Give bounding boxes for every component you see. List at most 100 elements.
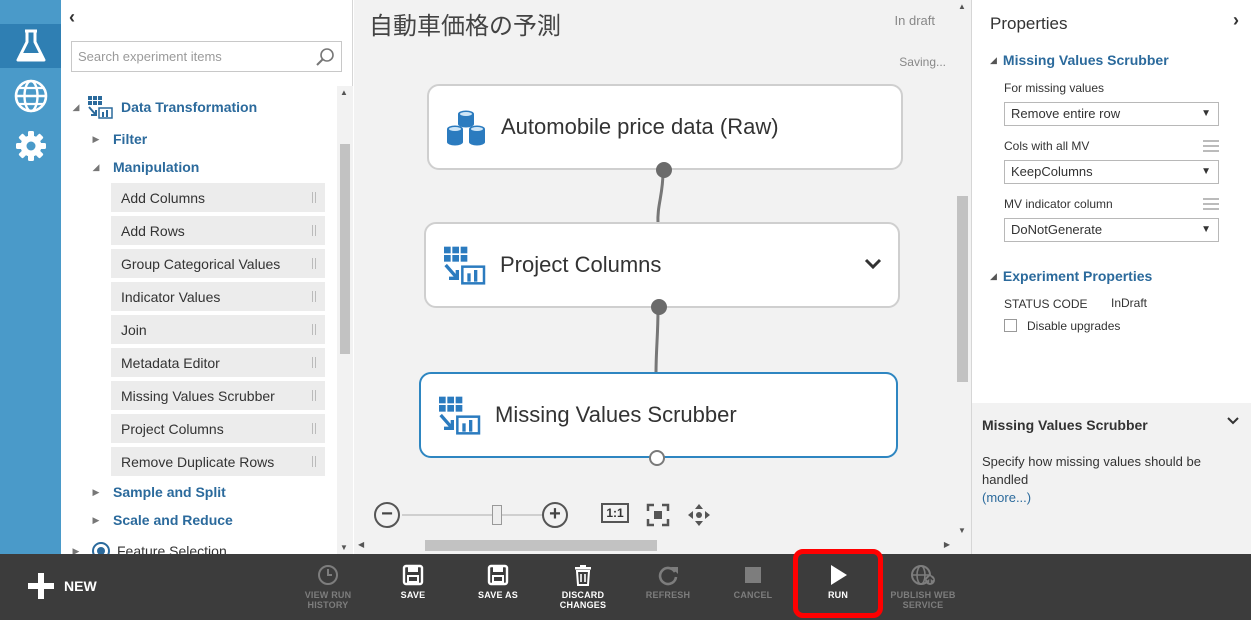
select-value: Remove entire row (1011, 106, 1121, 121)
zoom-in-button[interactable]: + (542, 502, 568, 528)
save-as-button[interactable]: SAVE AS (458, 564, 538, 614)
scroll-up-arrow-icon[interactable]: ▲ (958, 2, 966, 11)
select-value: KeepColumns (1011, 164, 1093, 179)
drag-handle-icon[interactable] (312, 192, 316, 203)
discard-changes-button[interactable]: DISCARD CHANGES (543, 564, 623, 614)
drag-handle-icon[interactable] (312, 258, 316, 269)
subcategory-manipulation[interactable]: ◢ Manipulation (89, 154, 200, 180)
mv-indicator-column-label: MV indicator column (1004, 197, 1113, 211)
view-run-history-button[interactable]: VIEW RUN HISTORY (288, 564, 368, 614)
palette-scrollbar[interactable]: ▲ ▼ (337, 86, 353, 554)
chevron-down-icon[interactable] (1227, 417, 1239, 426)
help-more-link[interactable]: (more...) (982, 490, 1031, 505)
drag-handle-icon[interactable] (312, 291, 316, 302)
drag-handle-icon[interactable] (312, 423, 316, 434)
collapsed-triangle-icon: ▶ (72, 545, 80, 555)
module-item-remove-duplicate-rows[interactable]: Remove Duplicate Rows (111, 447, 325, 476)
scroll-right-arrow-icon[interactable]: ▶ (944, 540, 950, 549)
cancel-button[interactable]: CANCEL (713, 564, 793, 614)
parameter-menu-icon[interactable] (1203, 140, 1219, 152)
experiment-properties-section[interactable]: ◢ Experiment Properties (990, 268, 1152, 284)
collapsed-triangle-icon: ▶ (92, 486, 100, 497)
save-button[interactable]: SAVE (373, 564, 453, 614)
node-project-columns[interactable]: Project Columns (424, 222, 900, 315)
new-button[interactable]: NEW (28, 570, 97, 602)
module-properties-section[interactable]: ◢ Missing Values Scrubber (990, 52, 1169, 68)
drag-handle-icon[interactable] (312, 390, 316, 401)
collapse-properties-button[interactable]: › (1233, 10, 1239, 31)
search-input[interactable] (72, 42, 307, 71)
disable-upgrades-checkbox[interactable] (1004, 319, 1017, 332)
actual-size-button[interactable]: 1:1 (601, 503, 629, 523)
disable-upgrades-label: Disable upgrades (1027, 319, 1121, 333)
globe-icon (14, 79, 47, 113)
section-label: Missing Values Scrubber (1002, 52, 1169, 68)
scroll-down-arrow-icon[interactable]: ▼ (958, 526, 966, 535)
connection-line[interactable] (654, 308, 660, 375)
drag-handle-icon[interactable] (312, 357, 316, 368)
module-item-add-columns[interactable]: Add Columns (111, 183, 325, 212)
subcategory-label: Sample and Split (113, 484, 226, 500)
node-automobile-price-data[interactable]: Automobile price data (Raw) (427, 84, 903, 178)
output-port[interactable] (649, 450, 665, 466)
drag-handle-icon[interactable] (312, 456, 316, 467)
drag-handle-icon[interactable] (312, 225, 316, 236)
drag-handle-icon[interactable] (312, 324, 316, 335)
scrollbar-thumb[interactable] (957, 196, 968, 382)
chevron-down-icon[interactable] (864, 258, 882, 270)
scroll-down-arrow-icon[interactable]: ▼ (340, 543, 348, 552)
experiments-nav-item[interactable] (0, 24, 61, 68)
refresh-button[interactable]: REFRESH (628, 564, 708, 614)
scroll-left-arrow-icon[interactable]: ◀ (358, 540, 364, 549)
fit-to-screen-icon[interactable] (646, 503, 670, 527)
output-port[interactable] (651, 299, 667, 315)
experiment-canvas[interactable]: 自動車価格の予測 In draft Saving... Automobile p… (354, 0, 971, 554)
connection-line[interactable] (656, 171, 665, 225)
button-label: SAVE (400, 590, 426, 600)
node-missing-values-scrubber[interactable]: Missing Values Scrubber (419, 372, 898, 466)
module-item-join[interactable]: Join (111, 315, 325, 344)
zoom-slider-thumb[interactable] (492, 505, 502, 525)
cols-with-all-mv-select[interactable]: KeepColumns ▼ (1004, 160, 1219, 184)
refresh-icon (658, 566, 678, 586)
section-label: Experiment Properties (1002, 268, 1153, 284)
parameter-menu-icon[interactable] (1203, 198, 1219, 210)
zoom-slider-track[interactable] (402, 514, 542, 516)
button-label-line1: DISCARD (561, 590, 605, 600)
module-item-missing-values-scrubber[interactable]: Missing Values Scrubber (111, 381, 325, 410)
button-label-line1: VIEW RUN (304, 590, 352, 600)
module-item-add-rows[interactable]: Add Rows (111, 216, 325, 245)
publish-web-service-button[interactable]: PUBLISH WEB SERVICE (883, 564, 963, 614)
for-missing-values-select[interactable]: Remove entire row ▼ (1004, 102, 1219, 126)
output-port[interactable] (656, 162, 672, 178)
module-label: Project Columns (121, 420, 224, 437)
web-services-nav-item[interactable] (0, 74, 61, 118)
zoom-out-button[interactable]: − (374, 502, 400, 528)
module-item-group-categorical-values[interactable]: Group Categorical Values (111, 249, 325, 278)
subcategory-sample-and-split[interactable]: ▶ Sample and Split (89, 479, 226, 505)
node-label: Project Columns (500, 252, 662, 277)
canvas-vertical-scrollbar[interactable]: ▲ ▼ (954, 0, 971, 537)
subcategory-scale-and-reduce[interactable]: ▶ Scale and Reduce (89, 507, 233, 533)
scroll-up-arrow-icon[interactable]: ▲ (340, 88, 348, 97)
collapse-palette-button[interactable]: ‹ (69, 8, 89, 28)
module-label: Indicator Values (121, 288, 221, 305)
mv-indicator-column-select[interactable]: DoNotGenerate ▼ (1004, 218, 1219, 242)
search-icon[interactable] (315, 47, 335, 67)
category-feature-selection[interactable]: ▶ Feature Selection (69, 538, 227, 554)
module-item-metadata-editor[interactable]: Metadata Editor (111, 348, 325, 377)
settings-nav-item[interactable] (0, 124, 61, 168)
module-label: Missing Values Scrubber (121, 387, 275, 404)
dropdown-arrow-icon: ▼ (1201, 224, 1211, 235)
subcategory-filter[interactable]: ▶ Filter (89, 126, 148, 152)
category-data-transformation[interactable]: ◢ Data Transformation (69, 94, 257, 120)
pan-icon[interactable] (687, 503, 711, 527)
module-label: Group Categorical Values (121, 255, 281, 272)
module-label: Add Columns (121, 189, 206, 206)
properties-title: Properties (990, 14, 1068, 33)
module-item-project-columns[interactable]: Project Columns (111, 414, 325, 443)
module-item-indicator-values[interactable]: Indicator Values (111, 282, 325, 311)
module-tree: ◢ Data Transformation ▶ Filter ◢ Manipul… (61, 86, 337, 554)
scrollbar-thumb[interactable] (340, 144, 350, 354)
scrollbar-thumb[interactable] (425, 540, 657, 551)
